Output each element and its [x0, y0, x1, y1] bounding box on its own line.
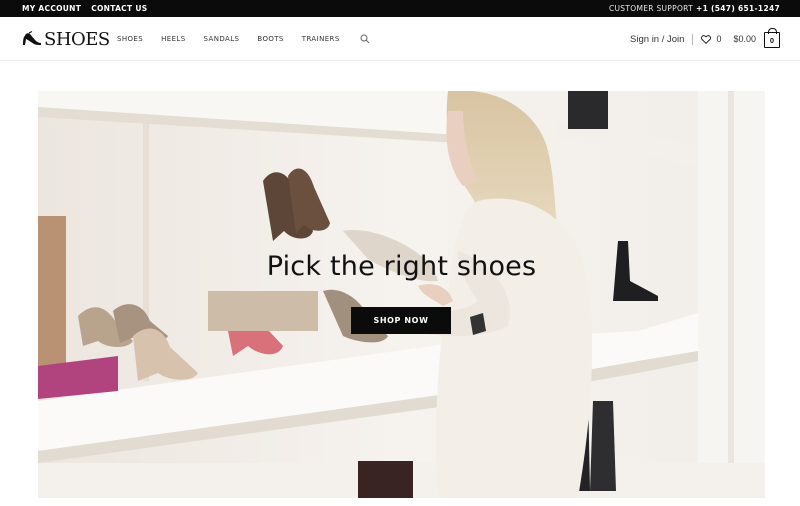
signin-link[interactable]: Sign in / Join — [630, 34, 684, 45]
hero-banner: Pick the right shoes SHOP NOW — [38, 91, 765, 498]
heart-icon — [701, 34, 712, 44]
customer-support-phone[interactable]: +1 (547) 651-1247 — [696, 4, 780, 13]
top-bar: MY ACCOUNT CONTACT US CUSTOMER SUPPORT +… — [0, 0, 800, 17]
wishlist-count: 0 — [716, 34, 722, 44]
cart-total[interactable]: $0.00 — [733, 34, 756, 44]
nav-item-heels[interactable]: HEELS — [161, 35, 185, 43]
customer-support-label: CUSTOMER SUPPORT — [608, 4, 694, 13]
nav-item-shoes[interactable]: SHOES — [117, 35, 143, 43]
site-logo[interactable]: SHOES — [22, 28, 110, 50]
hero-title: Pick the right shoes — [266, 251, 537, 282]
hero-background-image — [38, 91, 765, 498]
wishlist-button[interactable]: 0 — [701, 34, 721, 44]
search-icon[interactable] — [360, 34, 370, 44]
shop-now-button[interactable]: SHOP NOW — [351, 307, 451, 334]
nav-item-sandals[interactable]: SANDALS — [204, 35, 240, 43]
customer-support: CUSTOMER SUPPORT +1 (547) 651-1247 — [609, 0, 780, 17]
contact-us-link[interactable]: CONTACT US — [91, 4, 147, 13]
cart-count: 0 — [769, 35, 775, 45]
logo-text: SHOES — [44, 28, 110, 50]
nav-item-boots[interactable]: BOOTS — [257, 35, 283, 43]
my-account-link[interactable]: MY ACCOUNT — [22, 4, 81, 13]
high-heel-icon — [23, 31, 41, 45]
main-nav: SHOES HEELS SANDALS BOOTS TRAINERS — [117, 17, 370, 61]
shopping-bag-icon[interactable]: 0 — [764, 28, 780, 48]
header-account-area: Sign in / Join 0 $0.00 0 — [630, 17, 780, 61]
top-bar-links: MY ACCOUNT CONTACT US — [22, 0, 147, 17]
site-header: SHOES SHOES HEELS SANDALS BOOTS TRAINERS… — [0, 17, 800, 61]
nav-item-trainers[interactable]: TRAINERS — [302, 35, 340, 43]
divider — [692, 33, 694, 45]
